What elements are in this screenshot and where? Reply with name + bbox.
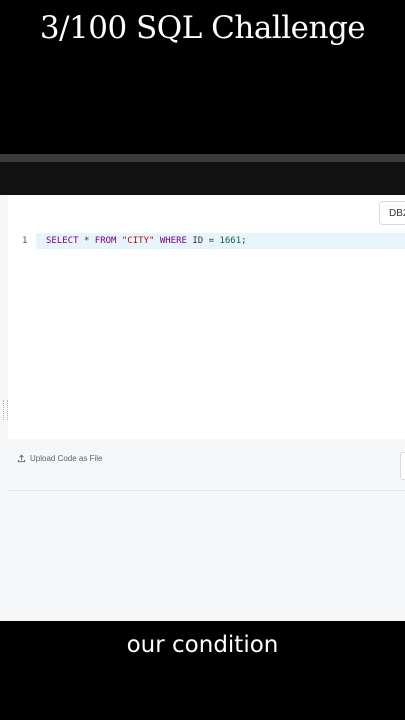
code-editor-panel[interactable] bbox=[8, 195, 405, 439]
video-title: 3/100 SQL Challenge bbox=[39, 10, 366, 46]
number-literal: 1661 bbox=[219, 236, 242, 246]
upload-label: Upload Code as File bbox=[30, 454, 103, 463]
line-number: 1 bbox=[22, 236, 28, 246]
keyword-where: WHERE bbox=[159, 236, 187, 246]
run-button-partial[interactable] bbox=[400, 452, 405, 480]
table-name: "CITY" bbox=[121, 236, 155, 246]
video-caption: our condition bbox=[126, 632, 279, 658]
keyword-from: FROM bbox=[94, 236, 117, 246]
resize-handle[interactable] bbox=[3, 400, 8, 420]
column-name: ID bbox=[192, 236, 204, 246]
language-select[interactable]: DB2 bbox=[379, 201, 405, 225]
semicolon: ; bbox=[241, 236, 247, 246]
upload-code-button[interactable]: Upload Code as File bbox=[17, 454, 102, 463]
star-operator: * bbox=[83, 236, 90, 246]
sql-editor-app: DB2 1 SELECT * FROM "CITY" WHERE ID = 16… bbox=[0, 195, 405, 621]
section-divider bbox=[8, 490, 405, 491]
screen-frame-bar bbox=[0, 154, 405, 162]
equals-operator: = bbox=[208, 236, 215, 246]
upload-icon bbox=[17, 454, 26, 463]
app-header-bar bbox=[0, 162, 405, 195]
code-line-1[interactable]: SELECT * FROM "CITY" WHERE ID = 1661; bbox=[46, 236, 247, 246]
keyword-select: SELECT bbox=[46, 236, 79, 246]
